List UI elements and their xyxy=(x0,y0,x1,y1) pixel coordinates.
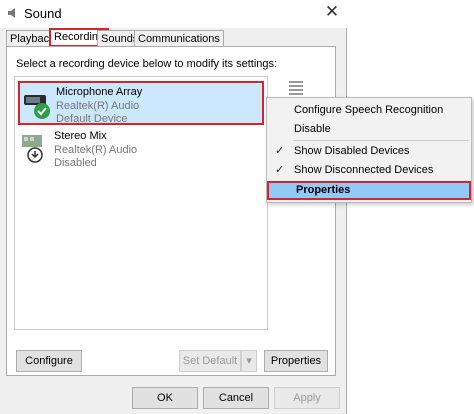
properties-button[interactable]: Properties xyxy=(264,350,328,372)
device-driver: Realtek(R) Audio xyxy=(54,144,138,156)
window-title: Sound xyxy=(24,6,62,21)
menu-item-disable[interactable]: Disable xyxy=(267,120,471,139)
ok-button[interactable]: OK xyxy=(132,387,198,409)
menu-item-show-disconnected[interactable]: ✓ Show Disconnected Devices xyxy=(267,161,471,180)
tab-communications[interactable]: Communications xyxy=(134,30,224,46)
device-list: Microphone Array Realtek(R) Audio Defaul… xyxy=(14,76,268,330)
menu-item-properties[interactable]: Properties xyxy=(267,181,471,200)
checkmark-icon: ✓ xyxy=(275,164,285,176)
close-icon[interactable]: ✕ xyxy=(320,1,344,23)
speaker-icon xyxy=(8,8,15,18)
device-name: Microphone Array xyxy=(56,86,143,98)
device-stereo-mix[interactable]: Stereo Mix Realtek(R) Audio Disabled xyxy=(18,127,264,171)
menu-item-configure-speech[interactable]: Configure Speech Recognition xyxy=(267,101,471,120)
instruction-text: Select a recording device below to modif… xyxy=(16,58,278,70)
sound-card-icon xyxy=(22,135,43,163)
menu-item-label: Show Disconnected Devices xyxy=(294,164,434,176)
set-default-button[interactable]: Set Default xyxy=(179,350,241,372)
configure-button[interactable]: Configure xyxy=(16,350,82,372)
menu-separator xyxy=(293,140,469,141)
device-driver: Realtek(R) Audio xyxy=(56,100,140,112)
device-status: Disabled xyxy=(54,157,97,169)
title-bar: Sound ✕ xyxy=(0,0,347,28)
device-name: Stereo Mix xyxy=(54,130,107,142)
chevron-down-icon: ▾ xyxy=(246,355,252,367)
menu-item-label: Show Disabled Devices xyxy=(294,145,410,157)
apply-button[interactable]: Apply xyxy=(274,387,340,409)
context-menu: Configure Speech Recognition Disable ✓ S… xyxy=(266,97,472,203)
microphone-icon xyxy=(24,95,50,119)
menu-item-label: Configure Speech Recognition xyxy=(294,104,444,116)
menu-item-label: Disable xyxy=(294,123,331,135)
device-microphone-array[interactable]: Microphone Array Realtek(R) Audio Defaul… xyxy=(18,81,264,125)
cancel-button[interactable]: Cancel xyxy=(203,387,269,409)
checkmark-icon: ✓ xyxy=(275,145,285,157)
set-default-dropdown[interactable]: ▾ xyxy=(241,350,257,372)
menu-item-show-disabled[interactable]: ✓ Show Disabled Devices xyxy=(267,142,471,161)
menu-item-label: Properties xyxy=(296,184,351,196)
device-status: Default Device xyxy=(56,113,128,125)
